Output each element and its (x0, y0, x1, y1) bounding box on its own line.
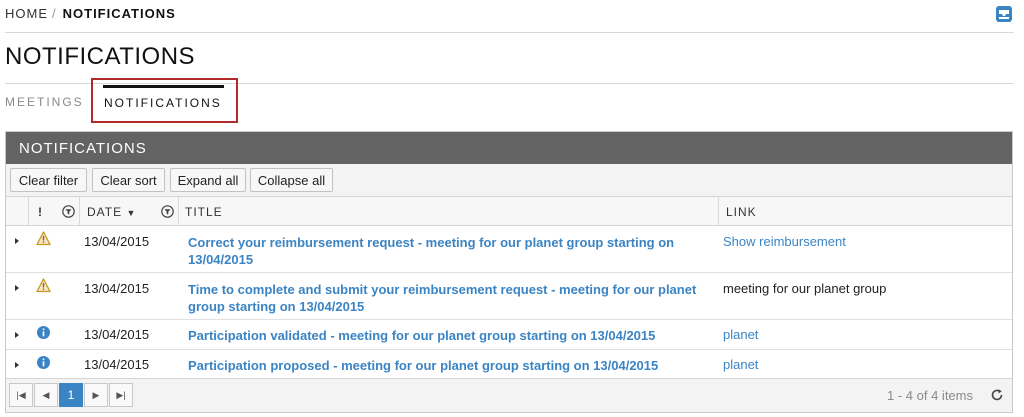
row-date: 13/04/2015 (84, 327, 150, 342)
date-filter-icon[interactable] (161, 205, 174, 218)
table-row: 13/04/2015 Participation validated - mee… (6, 320, 1012, 350)
column-header-date[interactable]: DATE ▼ (87, 197, 136, 225)
notifications-grid: NOTIFICATIONS Clear filter Clear sort Ex… (5, 131, 1013, 413)
row-link[interactable]: planet (723, 357, 758, 372)
info-icon (37, 326, 50, 339)
expand-row-icon[interactable] (15, 332, 19, 338)
column-header-link[interactable]: LINK (726, 197, 757, 225)
column-divider (718, 197, 719, 225)
expand-row-icon[interactable] (15, 285, 19, 291)
row-title-link[interactable]: Time to complete and submit your reimbur… (188, 281, 708, 315)
table-row: 13/04/2015 Participation proposed - meet… (6, 350, 1012, 380)
info-icon (37, 356, 50, 369)
column-divider (79, 197, 80, 225)
pager-info: 1 - 4 of 4 items (887, 388, 973, 403)
tab-meetings[interactable]: MEETINGS (5, 95, 84, 109)
column-headers: ! DATE ▼ TITLE LINK (6, 197, 1012, 226)
row-link-text: meeting for our planet group (723, 281, 887, 296)
row-date: 13/04/2015 (84, 234, 150, 249)
row-title-link[interactable]: Participation proposed - meeting for our… (188, 357, 708, 374)
page-title: NOTIFICATIONS (5, 43, 196, 70)
previous-page-button[interactable]: ◀ (34, 383, 58, 407)
date-header-label: DATE (87, 205, 123, 219)
grid-toolbar: Clear filter Clear sort Expand all Colla… (6, 164, 1012, 197)
breadcrumb-current: NOTIFICATIONS (62, 6, 176, 21)
page-button-1[interactable]: 1 (59, 383, 83, 407)
row-title-link[interactable]: Correct your reimbursement request - mee… (188, 234, 708, 268)
row-link[interactable]: planet (723, 327, 758, 342)
column-header-priority[interactable]: ! (38, 197, 43, 225)
active-tab-indicator (103, 85, 224, 88)
warning-icon (36, 278, 51, 293)
expand-row-icon[interactable] (15, 238, 19, 244)
priority-filter-icon[interactable] (62, 205, 75, 218)
clear-filter-button[interactable]: Clear filter (10, 168, 87, 192)
row-date: 13/04/2015 (84, 281, 150, 296)
column-header-title[interactable]: TITLE (185, 197, 223, 225)
breadcrumb: HOME / NOTIFICATIONS (5, 6, 176, 21)
collapse-all-button[interactable]: Collapse all (250, 168, 333, 192)
breadcrumb-separator: / (52, 6, 57, 21)
clear-sort-button[interactable]: Clear sort (92, 168, 165, 192)
warning-icon (36, 231, 51, 246)
grid-pager: |◀ ◀ 1 ▶ ▶| 1 - 4 of 4 items (6, 378, 1012, 412)
header-divider (5, 32, 1014, 33)
sort-desc-icon: ▼ (126, 208, 137, 218)
inbox-icon[interactable] (995, 5, 1013, 23)
expand-all-button[interactable]: Expand all (170, 168, 246, 192)
grid-header: NOTIFICATIONS (6, 132, 1012, 164)
column-divider (28, 197, 29, 225)
row-link[interactable]: Show reimbursement (723, 234, 846, 249)
breadcrumb-home-link[interactable]: HOME (5, 6, 48, 21)
row-title-link[interactable]: Participation validated - meeting for ou… (188, 327, 708, 344)
tab-notifications-label: NOTIFICATIONS (104, 96, 222, 110)
expand-row-icon[interactable] (15, 362, 19, 368)
column-divider (178, 197, 179, 225)
tab-notifications[interactable]: NOTIFICATIONS (91, 78, 238, 123)
first-page-button[interactable]: |◀ (9, 383, 33, 407)
refresh-icon[interactable] (990, 388, 1004, 402)
table-row: 13/04/2015 Correct your reimbursement re… (6, 226, 1012, 273)
next-page-button[interactable]: ▶ (84, 383, 108, 407)
last-page-button[interactable]: ▶| (109, 383, 133, 407)
table-row: 13/04/2015 Time to complete and submit y… (6, 273, 1012, 320)
row-date: 13/04/2015 (84, 357, 150, 372)
